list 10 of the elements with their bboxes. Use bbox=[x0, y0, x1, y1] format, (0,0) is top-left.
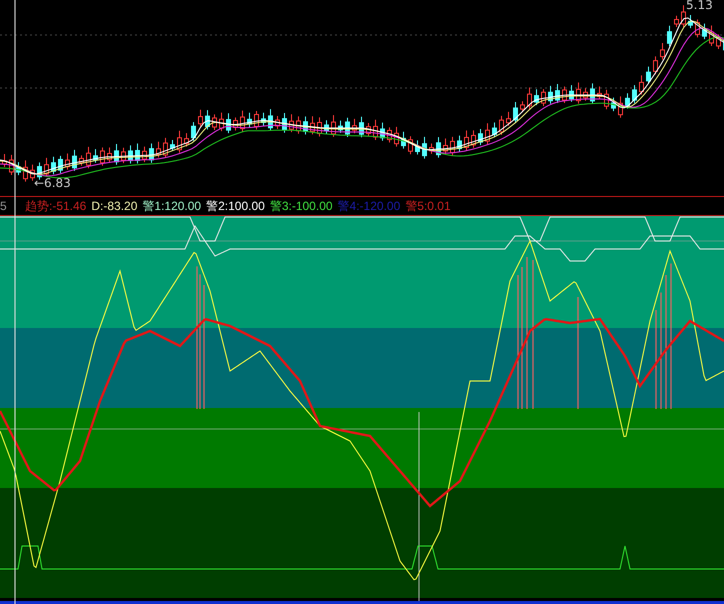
indicator-value: 警1:120.00 bbox=[142, 199, 202, 213]
cut-label: 5 bbox=[0, 199, 8, 213]
price-high-label: 5.13 bbox=[686, 0, 713, 12]
price-low-label: ←6.83 bbox=[34, 176, 71, 190]
indicator-value: 警5:0.01 bbox=[405, 199, 451, 213]
indicator-value: D:-83.20 bbox=[91, 199, 138, 213]
indicator-value: 趋势:-51.46 bbox=[25, 199, 86, 213]
indicator-value: 警4:-120.00 bbox=[338, 199, 400, 213]
indicator-value: 警2:100.00 bbox=[206, 199, 265, 213]
indicator-value: 警3:-100.00 bbox=[270, 199, 333, 213]
